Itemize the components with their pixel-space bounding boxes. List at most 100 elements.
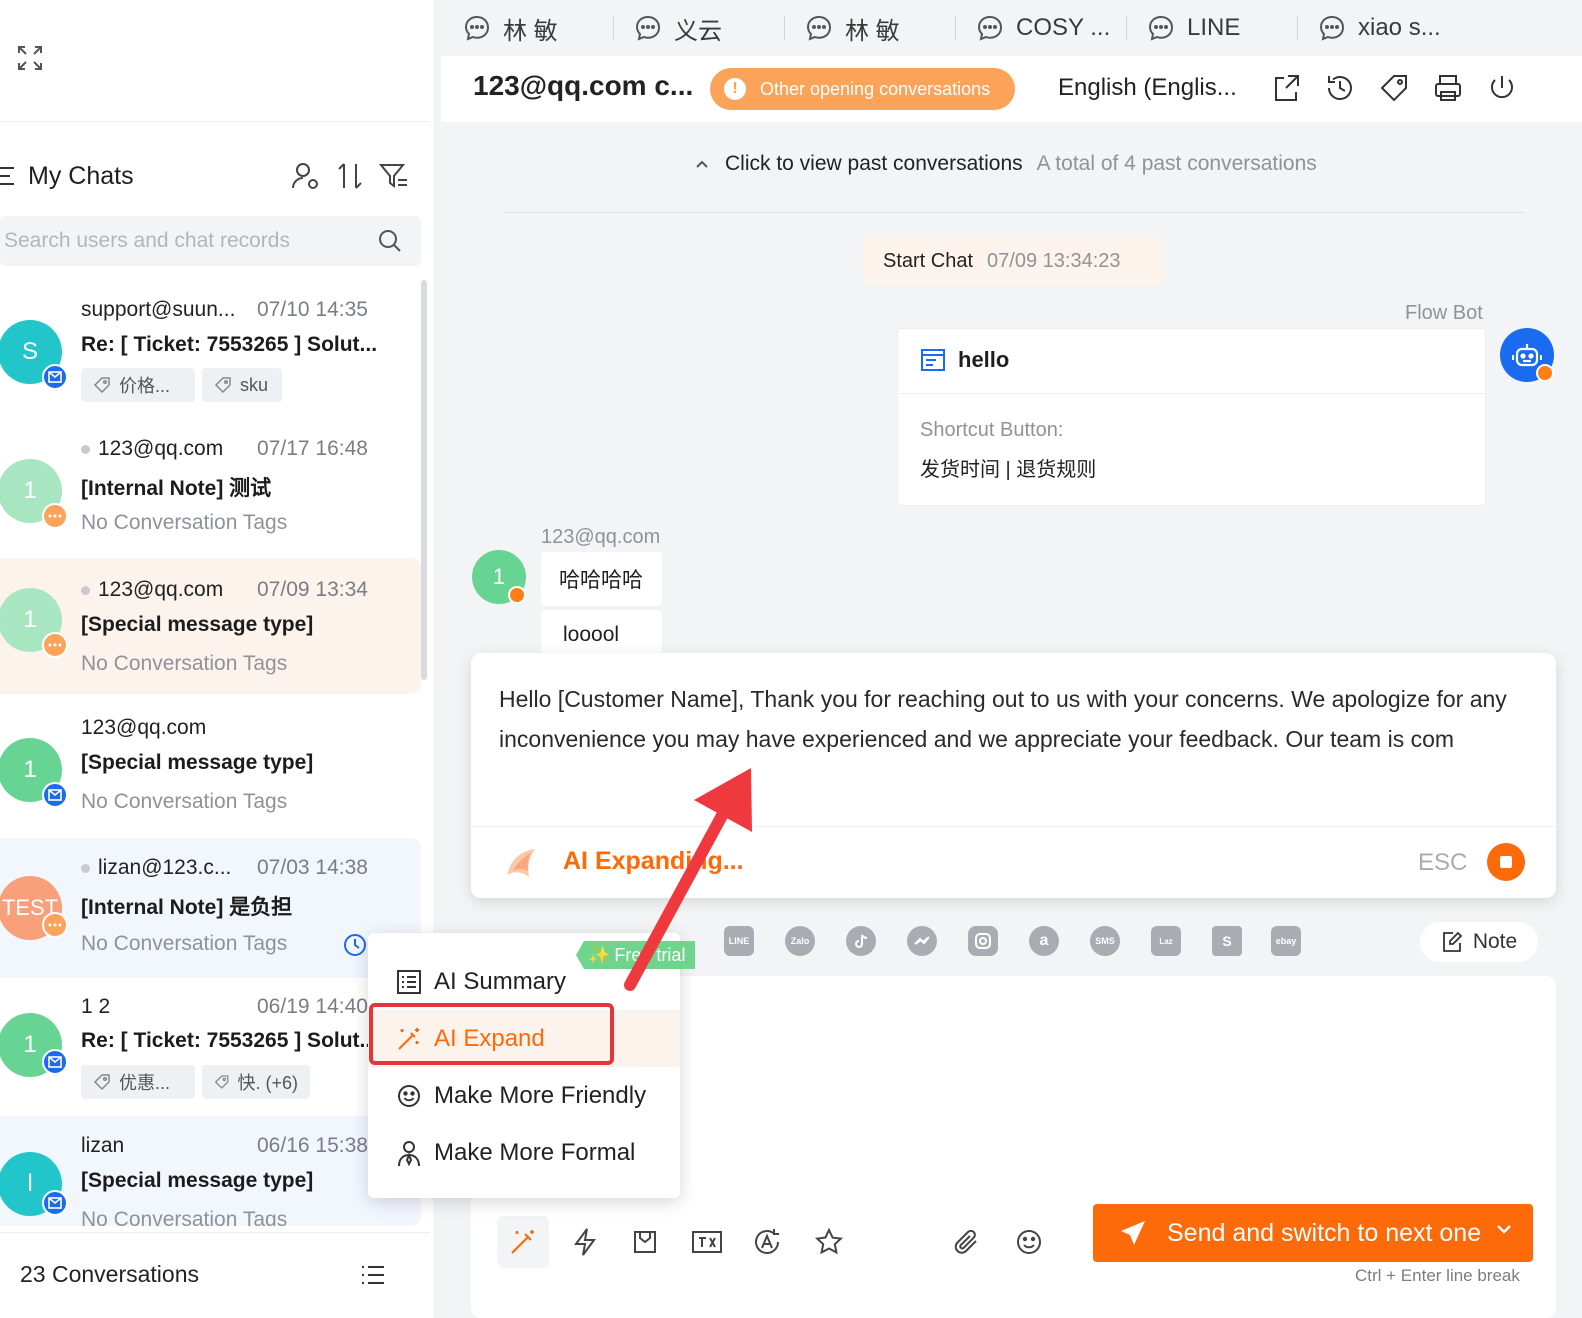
conversation-tag: 快. (+6): [202, 1065, 310, 1099]
smile-icon: [398, 1084, 420, 1107]
sort-icon[interactable]: [334, 160, 366, 192]
chat-time: 07/03 14:38: [257, 856, 368, 879]
translate-icon[interactable]: [681, 1216, 733, 1268]
other-conversations-pill[interactable]: ! Other opening conversations: [710, 68, 1015, 110]
attachment-icon[interactable]: [941, 1216, 993, 1268]
chat-time: 07/09 13:34: [257, 578, 368, 601]
star-icon[interactable]: [803, 1216, 855, 1268]
status-dot: [81, 863, 90, 873]
power-icon[interactable]: [1486, 72, 1518, 104]
stop-icon: [1500, 856, 1512, 868]
clock-icon[interactable]: [342, 932, 368, 958]
chat-list-item[interactable]: l lizan 06/16 15:38 [Special message typ…: [0, 1116, 421, 1226]
ai-expand-panel: Hello [Customer Name], Thank you for rea…: [471, 653, 1556, 898]
stop-button[interactable]: [1487, 843, 1525, 881]
chat-name: lizan: [81, 1134, 125, 1157]
chat-list-item[interactable]: 1 1 2 06/19 14:40 Re: [ Ticket: 7553265 …: [0, 985, 421, 1121]
bot-message-text: hello: [958, 347, 1010, 372]
expand-icon[interactable]: [16, 44, 44, 72]
language-select[interactable]: English (Englis...: [1058, 74, 1237, 102]
chat-last-message: [Special message type]: [81, 751, 314, 774]
conversation-tab[interactable]: 林 敏: [463, 10, 558, 46]
ai-rewrite-icon[interactable]: [741, 1216, 793, 1268]
conversation-tag: 价格...: [81, 368, 195, 402]
menu-icon[interactable]: [0, 165, 16, 187]
list-icon[interactable]: [360, 1263, 386, 1287]
shortcut-buttons[interactable]: 发货时间 | 退货规则: [920, 453, 1096, 482]
search-icon[interactable]: [377, 228, 403, 254]
conversation-tab[interactable]: LINE: [1147, 10, 1240, 46]
chat-list-item[interactable]: 1 123@qq.com 07/17 16:48 [Internal Note]…: [0, 429, 421, 565]
template-icon[interactable]: [619, 1216, 671, 1268]
messenger-icon[interactable]: [907, 926, 937, 956]
conversation-tab[interactable]: COSY ...: [976, 10, 1110, 46]
chevron-up-icon: [696, 160, 708, 168]
chevron-down-icon[interactable]: [1495, 1222, 1513, 1236]
tiktok-icon[interactable]: [846, 926, 876, 956]
scrollbar[interactable]: [421, 280, 427, 680]
assign-user-icon[interactable]: [290, 160, 322, 192]
chat-tags-label: No Conversation Tags: [81, 652, 288, 675]
tag-icon[interactable]: [1378, 72, 1410, 104]
search-box: [0, 216, 421, 266]
chat-tags-label: No Conversation Tags: [81, 932, 288, 955]
view-past-link[interactable]: Click to view past conversations: [725, 152, 1023, 176]
send-icon: [1121, 1221, 1145, 1245]
summary-icon: [397, 969, 421, 994]
chat-name: 123@qq.com: [98, 437, 224, 460]
chat-tags-label: No Conversation Tags: [81, 511, 288, 534]
start-chat-marker: Start Chat 07/09 13:34:23: [863, 236, 1164, 286]
chat-bubble-icon: [635, 15, 661, 41]
line-icon[interactable]: LINE: [724, 926, 754, 956]
chat-time: 07/10 14:35: [257, 298, 368, 321]
ebay-icon[interactable]: ebay: [1271, 926, 1301, 956]
sms-icon[interactable]: SMS: [1090, 926, 1120, 956]
chat-name: support@suun...: [81, 298, 236, 321]
chat-bubble-icon: [1148, 15, 1174, 41]
emoji-icon[interactable]: [1003, 1216, 1055, 1268]
chat-last-message: [Special message type]: [81, 613, 314, 636]
note-icon: [1442, 931, 1463, 952]
chat-list-item[interactable]: S support@suun... 07/10 14:35 Re: [ Tick…: [0, 290, 421, 426]
ai-magic-wand-icon[interactable]: [497, 1216, 549, 1268]
chat-list-item[interactable]: TEST lizan@123.c... 07/03 14:38 [Interna…: [0, 838, 421, 978]
chat-bubble-icon: [806, 15, 832, 41]
menu-item-make-more-formal[interactable]: Make More Formal: [368, 1124, 680, 1181]
share-icon[interactable]: [1270, 72, 1302, 104]
my-chats-header[interactable]: My Chats: [0, 158, 134, 194]
chat-channel-icon: [42, 632, 68, 658]
conversation-tab[interactable]: 林 敏: [805, 10, 900, 46]
history-icon[interactable]: [1324, 72, 1356, 104]
chat-list-item-selected[interactable]: 1 123@qq.com 07/09 13:34 [Special messag…: [0, 558, 421, 694]
conversation-tab[interactable]: xiao s...: [1318, 10, 1441, 46]
chat-name: 123@qq.com: [81, 716, 207, 739]
my-chats-title: My Chats: [28, 161, 134, 190]
ai-generated-text[interactable]: Hello [Customer Name], Thank you for rea…: [499, 679, 1529, 759]
tag-icon: [214, 1075, 229, 1089]
shopee-icon[interactable]: S: [1212, 926, 1242, 956]
chat-list-item[interactable]: 1 123@qq.com [Special message type] No C…: [0, 708, 421, 844]
chat-time: 06/19 14:40: [257, 995, 368, 1018]
menu-item-make-more-friendly[interactable]: Make More Friendly: [368, 1067, 680, 1124]
filter-icon[interactable]: [378, 160, 410, 192]
lightning-icon[interactable]: [559, 1216, 611, 1268]
conversation-count: 23 Conversations: [20, 1261, 199, 1287]
robot-icon: [1512, 344, 1542, 367]
past-conversations-row[interactable]: Click to view past conversations A total…: [693, 152, 1317, 176]
search-input[interactable]: [0, 216, 360, 266]
chat-time: 07/17 16:48: [257, 437, 368, 460]
highlight-box: [369, 1003, 614, 1065]
lazada-icon[interactable]: Laz: [1151, 926, 1181, 956]
conversation-tabs: 林 敏 义云 林 敏 COSY ... LINE xiao s...: [441, 0, 1582, 56]
customer-avatar: 1: [472, 550, 526, 604]
print-icon[interactable]: [1432, 72, 1464, 104]
amazon-icon[interactable]: a: [1029, 926, 1059, 956]
conversation-tab[interactable]: 义云: [634, 10, 722, 46]
chat-bubble-icon: [977, 15, 1003, 41]
send-and-next-button[interactable]: Send and switch to next one: [1093, 1204, 1533, 1262]
zalo-icon[interactable]: Zalo: [785, 926, 815, 956]
instagram-icon[interactable]: [968, 926, 998, 956]
note-button[interactable]: Note: [1420, 922, 1538, 962]
email-channel-icon: [42, 364, 68, 390]
esc-hint: ESC: [1418, 849, 1468, 876]
